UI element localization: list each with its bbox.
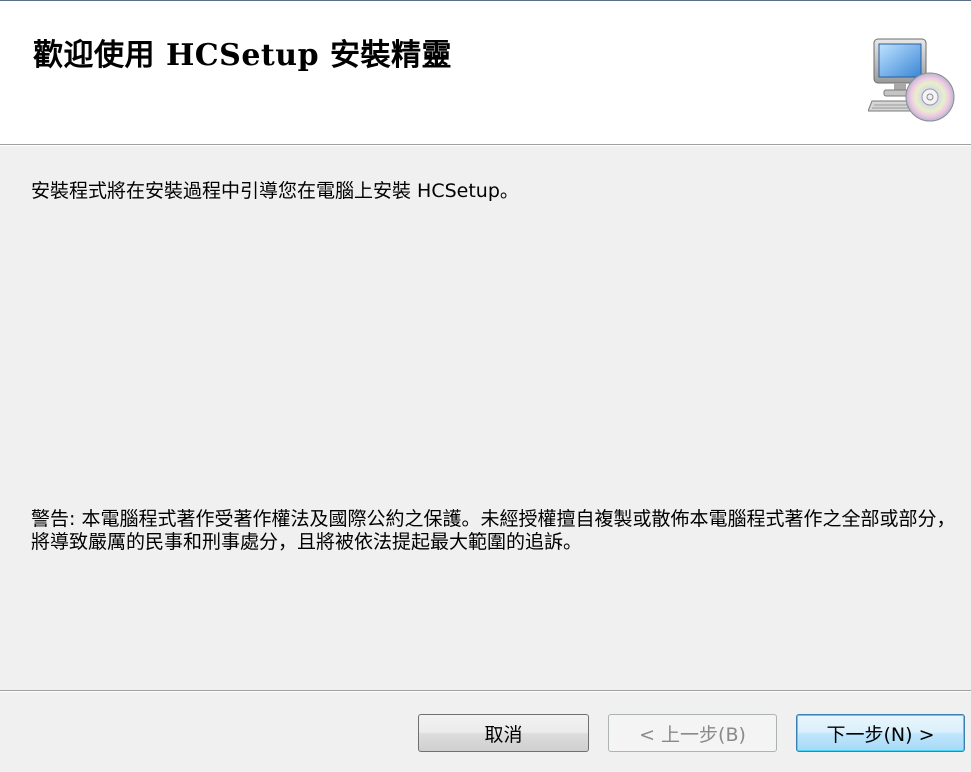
copyright-warning: 警告: 本電腦程式著作受著作權法及國際公約之保護。未經授權擅自複製或散佈本電腦程… [31, 508, 956, 553]
cancel-button[interactable]: 取消 [418, 714, 589, 752]
footer-separator-highlight [0, 691, 971, 692]
computer-cd-icon [868, 38, 955, 122]
wizard-header: 歡迎使用 HCSetup 安裝精靈 [0, 1, 971, 144]
header-separator-highlight [0, 145, 971, 146]
intro-text: 安裝程式將在安裝過程中引導您在電腦上安裝 HCSetup。 [31, 180, 519, 202]
back-button: < 上一步(B) [608, 714, 777, 752]
next-button[interactable]: 下一步(N) > [796, 714, 965, 752]
page-title: 歡迎使用 HCSetup 安裝精靈 [33, 38, 453, 73]
